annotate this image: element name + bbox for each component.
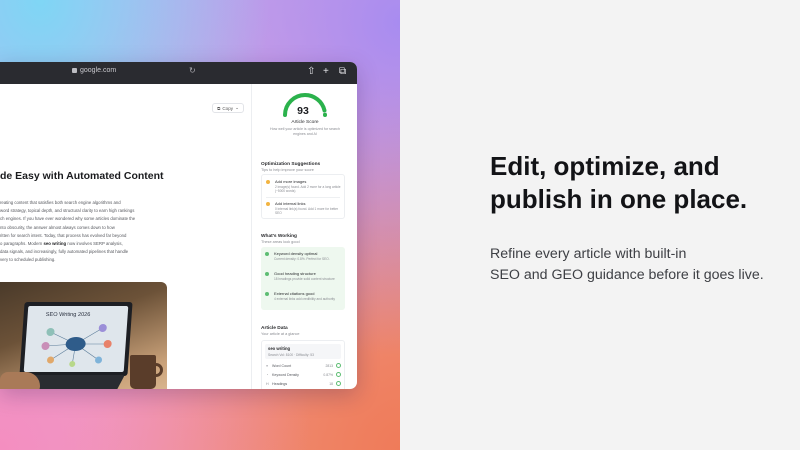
check-icon — [265, 292, 269, 296]
check-icon — [336, 372, 341, 377]
working-heading: What's Working — [261, 234, 297, 239]
article-data-card: seo writing Search Vol: 8100 · Difficult… — [261, 340, 345, 389]
share-icon[interactable]: ⇧ — [307, 65, 315, 79]
suggestions-list: Add more images 2 image(s) found. Add 2 … — [261, 174, 345, 219]
warning-icon — [266, 180, 270, 184]
row-value: 2813 — [325, 364, 333, 368]
paragraph-line: very to scheduled publishing. — [0, 257, 56, 263]
check-icon — [265, 252, 269, 256]
check-icon — [265, 272, 269, 276]
address-bar[interactable]: google.com — [72, 67, 116, 74]
laptop-screen: SEO Writing 2026 — [19, 302, 133, 376]
keyword-card[interactable]: seo writing Search Vol: 8100 · Difficult… — [265, 344, 341, 359]
working-title: Keyword density optimal — [274, 251, 318, 256]
paragraph-line: ch engines. If you have ever wondered wh… — [0, 216, 136, 222]
paragraph-line: nto obscurity, the answer almost always … — [0, 224, 115, 230]
lock-icon — [72, 68, 77, 73]
suggestions-subheading: Tips to help improve your score — [261, 168, 314, 172]
browser-toolbar: google.com ↻ ⇧ + ⧉ — [0, 62, 357, 84]
check-icon — [336, 363, 341, 368]
paragraph-line: data signals, and increasingly, fully au… — [0, 249, 129, 255]
copy-button-label: Copy — [222, 105, 234, 111]
article-title[interactable]: de Easy with Automated Content — [0, 170, 164, 182]
copy-icon: ⧉ — [217, 105, 221, 111]
suggestions-heading: Optimization Suggestions — [261, 162, 321, 167]
check-icon — [336, 381, 341, 386]
suggestion-title: Add more images — [275, 179, 307, 184]
keyword-text: seo writing — [268, 346, 291, 351]
marketing-subtext: Refine every article with built-in SEO a… — [490, 246, 764, 283]
reload-icon[interactable]: ↻ — [189, 66, 196, 75]
row-label: Headings — [272, 382, 288, 386]
paragraph-line: word strategy, topical depth, and struct… — [0, 208, 135, 214]
working-title: External citations good — [274, 291, 315, 296]
density-icon: ◔ — [266, 373, 269, 377]
data-row-word-count: ≡ Word Count 2813 — [265, 363, 341, 371]
score-label: Article Score — [291, 120, 319, 125]
data-row-keyword-density: ◔ Keyword Density 0.87% — [265, 372, 341, 380]
divider — [266, 197, 340, 198]
working-title: Good heading structure — [274, 271, 316, 276]
new-tab-icon[interactable]: + — [323, 65, 329, 79]
article-hero-image[interactable]: SEO Writing 2026 — [0, 282, 167, 389]
browser-window: google.com ↻ ⇧ + ⧉ ⧉ Copy ⌄ de Easy with… — [0, 62, 357, 389]
paragraph-line: o paragraphs. Modern seo writing now inv… — [0, 241, 123, 247]
mug-handle — [154, 363, 163, 377]
article-score-card: 93 Article Score How well your article i… — [253, 90, 357, 137]
working-desc: 18 headings provide solid content struct… — [274, 277, 335, 281]
warning-icon — [266, 202, 270, 206]
suggestion-title: Add internal links — [275, 201, 306, 206]
row-value: 0.87% — [323, 373, 333, 377]
word-count-icon: ≡ — [266, 364, 269, 368]
row-value: 18 — [329, 382, 333, 386]
coffee-mug — [130, 355, 156, 389]
suggestion-desc: 2 image(s) found. Add 2 more for a long … — [275, 185, 341, 194]
keyword-meta: Search Vol: 8100 · Difficulty: 53 — [268, 353, 314, 357]
hand — [0, 372, 40, 389]
working-subheading: These areas look good — [261, 240, 300, 244]
row-label: Keyword Density — [272, 373, 299, 377]
tabs-overview-icon[interactable]: ⧉ — [339, 65, 346, 79]
article-data-subheading: Your article at a glance — [261, 332, 300, 336]
article-data-heading: Article Data — [261, 326, 288, 331]
chevron-down-icon: ⌄ — [235, 105, 239, 110]
suggestion-desc: 0 internal link(s) found. Add 1 more for… — [275, 207, 339, 216]
working-desc: Current density: 0.8%. Perfect for SEO. — [274, 257, 330, 261]
paragraph-line: ritten for search intent. Today, that pr… — [0, 232, 127, 238]
score-value: 93 — [297, 105, 309, 117]
copy-button[interactable]: ⧉ Copy ⌄ — [212, 103, 244, 113]
marketing-headline: Edit, optimize, and publish in one place… — [490, 151, 748, 214]
seo-sidebar: 93 Article Score How well your article i… — [253, 84, 357, 389]
paragraph-line: reating content that satisfies both sear… — [0, 200, 121, 205]
score-description: How well your article is optimized for s… — [270, 127, 340, 136]
working-list: Keyword density optimal Current density:… — [261, 247, 345, 310]
app-content: ⧉ Copy ⌄ de Easy with Automated Content … — [0, 84, 357, 389]
row-label: Word Count — [272, 364, 292, 368]
data-row-headings: H Headings 18 — [265, 381, 341, 389]
gradient-backdrop: google.com ↻ ⇧ + ⧉ ⧉ Copy ⌄ de Easy with… — [0, 0, 400, 450]
keyword-highlight: seo writing — [43, 241, 67, 247]
working-desc: 4 external links add credibility and aut… — [274, 297, 335, 301]
url-text: google.com — [80, 67, 117, 74]
heading-icon: H — [266, 382, 269, 386]
article-body[interactable]: reating content that satisfies both sear… — [0, 199, 168, 265]
article-editor: ⧉ Copy ⌄ de Easy with Automated Content … — [0, 84, 252, 389]
marketing-panel: Edit, optimize, and publish in one place… — [400, 0, 800, 450]
mind-map-graphic — [41, 324, 112, 367]
